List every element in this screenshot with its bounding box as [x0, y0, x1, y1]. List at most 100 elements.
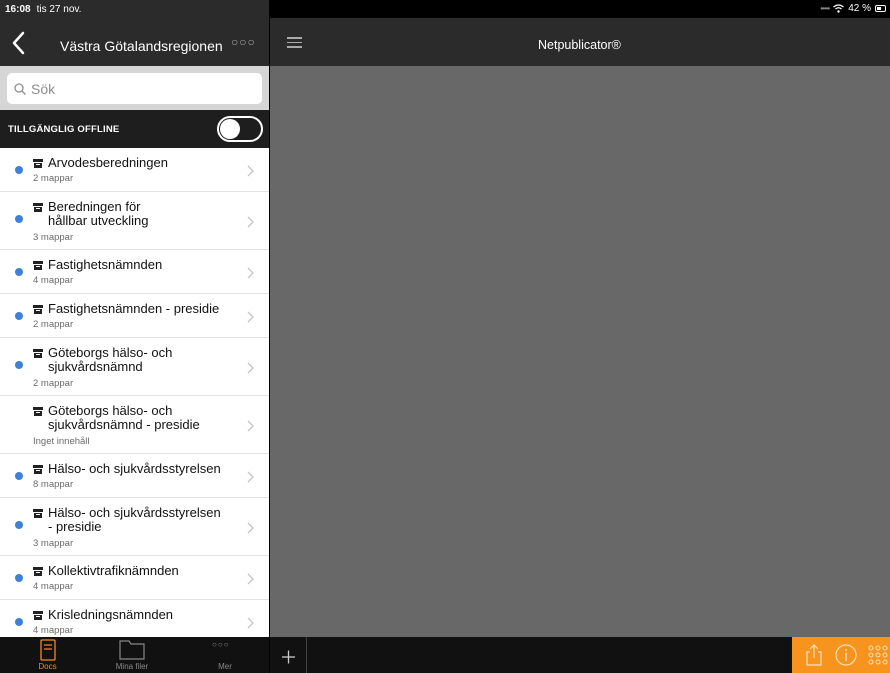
more-icon: ○○○ — [212, 640, 230, 649]
list-item-title: Krisledningsnämnden — [48, 608, 173, 622]
document-viewer — [270, 66, 890, 637]
list-item-title-line: Kollektivtrafiknämnden — [48, 563, 179, 578]
archive-box-icon — [33, 305, 43, 314]
list-item-title-row: Krisledningsnämnden — [33, 608, 173, 622]
add-button[interactable] — [270, 637, 307, 673]
list-item-title-row: Fastighetsnämnden — [33, 258, 162, 272]
list-item[interactable]: Beredningen för hållbar utveckling 3 mappa… — [0, 192, 269, 250]
list-item-title: Beredningen för hållbar utveckling — [48, 200, 148, 228]
search-box[interactable] — [7, 73, 262, 104]
toggle-knob — [220, 119, 240, 139]
list-item-title: Arvodesberedningen — [48, 156, 168, 170]
list-item-title-row: Hälso- och sjukvårdsstyrelsen - presidie — [33, 506, 221, 534]
chevron-right-icon — [247, 362, 254, 374]
list-item[interactable]: Fastighetsnämnden 4 mappar — [0, 250, 269, 294]
tab-docs[interactable]: Docs — [20, 637, 75, 673]
list-item-title-line: Arvodesberedningen — [48, 155, 168, 170]
list-item-title-line: hållbar utveckling — [48, 213, 149, 228]
tab-mina-filer-label: Mina filer — [115, 662, 149, 671]
tab-mer[interactable]: ○○○ Mer — [200, 637, 250, 673]
wifi-icon — [833, 4, 845, 13]
tab-mina-filer[interactable]: Mina filer — [100, 637, 164, 673]
status-bar: 16:08 tis 27 nov. — [0, 0, 890, 18]
list-item-title-row: Fastighetsnämnden - presidie — [33, 302, 219, 316]
list-item-subtitle: 2 mappar — [33, 378, 74, 389]
archive-box-icon — [33, 611, 43, 620]
plus-icon — [282, 650, 295, 664]
unread-dot — [15, 574, 23, 582]
list-item-title: Fastighetsnämnden - presidie — [48, 302, 219, 316]
share-icon — [806, 644, 822, 666]
list-item-title-line: Beredningen för — [48, 199, 141, 214]
archive-box-icon — [33, 159, 43, 168]
list-item[interactable]: Krisledningsnämnden 4 mappar — [0, 600, 269, 637]
list-item-subtitle: 3 mappar — [33, 538, 74, 549]
list-item-subtitle: Inget innehåll — [33, 436, 90, 447]
app-window: Västra Götalandsregionen ○○○ TILLGÄNGLIG… — [0, 0, 890, 673]
tab-mer-label: Mer — [218, 662, 232, 671]
chevron-right-icon — [247, 617, 254, 629]
search-input[interactable] — [31, 80, 251, 97]
chevron-right-icon — [247, 267, 254, 279]
info-icon — [835, 644, 857, 666]
list-item-title-row: Göteborgs hälso- och sjukvårdsnämnd - pre… — [33, 404, 200, 432]
status-right: ••••• 42 % — [820, 3, 886, 14]
list-item-title-line: Göteborgs hälso- och — [48, 345, 173, 360]
chevron-left-icon — [12, 31, 25, 55]
right-toolbar — [270, 637, 890, 673]
left-title: Västra Götalandsregionen — [60, 38, 223, 54]
info-button[interactable] — [834, 643, 858, 667]
bottom-tab-bar: Docs Mina filer ○○○ Mer — [0, 637, 269, 673]
more-options-icon[interactable]: ○○○ — [231, 35, 256, 49]
list-item-title-line: Fastighetsnämnden - presidie — [48, 301, 220, 316]
archive-box-icon — [33, 509, 43, 518]
chevron-right-icon — [247, 216, 254, 228]
battery-percent: 42 % — [848, 3, 871, 14]
list-item-subtitle: 4 mappar — [33, 275, 74, 286]
unread-dot — [15, 472, 23, 480]
unread-dot — [15, 521, 23, 529]
list-item-title: Göteborgs hälso- och sjukvårdsnämnd — [48, 346, 172, 374]
unread-dot — [15, 166, 23, 174]
search-icon — [14, 82, 26, 95]
archive-box-icon — [33, 349, 43, 358]
archive-box-icon — [33, 465, 43, 474]
chevron-right-icon — [247, 420, 254, 432]
back-button[interactable] — [10, 30, 30, 56]
list-item[interactable]: Kollektivtrafiknämnden 4 mappar — [0, 556, 269, 600]
list-item-title-line: sjukvårdsnämnd — [48, 359, 143, 374]
list-item[interactable]: Arvodesberedningen 2 mappar — [0, 148, 269, 192]
list-item[interactable]: Fastighetsnämnden - presidie 2 mappar — [0, 294, 269, 338]
list-item[interactable]: Göteborgs hälso- och sjukvårdsnämnd 2 mapp… — [0, 338, 269, 396]
chevron-right-icon — [247, 522, 254, 534]
list-item-subtitle: 4 mappar — [33, 581, 74, 592]
grid-icon — [868, 645, 888, 665]
list-item-title-line: Fastighetsnämnden — [48, 257, 163, 272]
status-date: tis 27 nov. — [36, 3, 82, 15]
list-item[interactable]: Göteborgs hälso- och sjukvårdsnämnd - pre… — [0, 396, 269, 454]
list-item-title: Fastighetsnämnden — [48, 258, 162, 272]
archive-box-icon — [33, 203, 43, 212]
menu-icon[interactable] — [287, 37, 302, 48]
list-item-title-line: Göteborgs hälso- och — [48, 403, 173, 418]
battery-icon — [875, 5, 886, 12]
list-item-title-line: - presidie — [48, 519, 102, 534]
share-button[interactable] — [802, 643, 826, 667]
unread-dot — [15, 312, 23, 320]
chevron-right-icon — [247, 165, 254, 177]
offline-toggle[interactable] — [217, 116, 263, 142]
signal-icon: ••••• — [820, 4, 830, 13]
offline-bar: TILLGÄNGLIG OFFLINE — [0, 110, 269, 148]
grid-button[interactable] — [866, 643, 890, 667]
list-item-subtitle: 8 mappar — [33, 479, 74, 490]
search-area — [0, 66, 269, 110]
action-panel — [792, 637, 890, 673]
list-item-title: Hälso- och sjukvårdsstyrelsen — [48, 462, 221, 476]
list-item[interactable]: Hälso- och sjukvårdsstyrelsen 8 mappar — [0, 454, 269, 498]
list-item-title-row: Arvodesberedningen — [33, 156, 168, 170]
docs-icon — [40, 639, 56, 661]
chevron-right-icon — [247, 471, 254, 483]
list-item[interactable]: Hälso- och sjukvårdsstyrelsen - presidie 3… — [0, 498, 269, 556]
app-title: Netpublicator® — [538, 38, 621, 52]
list-item-title-line: Krisledningsnämnden — [48, 607, 174, 622]
